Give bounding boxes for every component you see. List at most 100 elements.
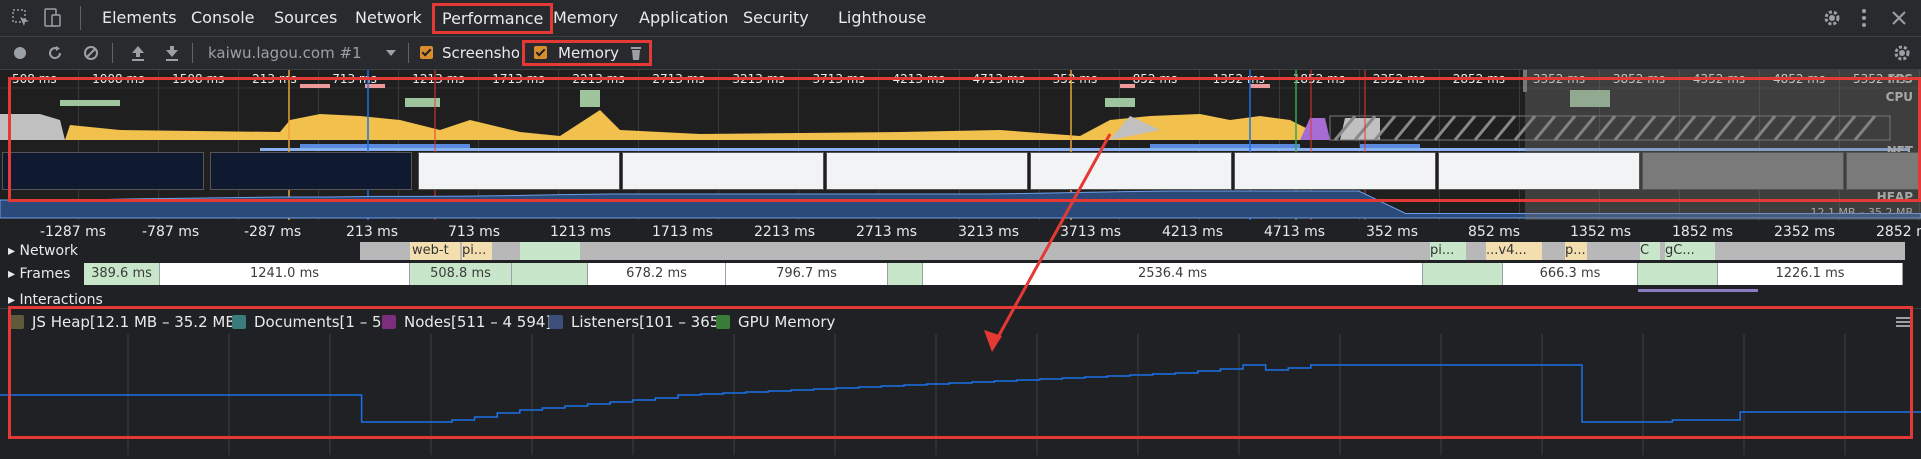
profile-select[interactable]: kaiwu.lagou.com #1 (208, 37, 362, 69)
tab-memory[interactable]: Memory (553, 0, 618, 36)
screenshot-thumbnail[interactable] (2, 152, 204, 190)
record-icon[interactable] (13, 46, 27, 60)
tab-sources[interactable]: Sources (274, 0, 337, 36)
tab-console[interactable]: Console (191, 0, 255, 36)
tab-network[interactable]: Network (355, 0, 422, 36)
ruler-tick-label: -787 ms (142, 224, 200, 240)
trash-icon[interactable] (630, 45, 642, 61)
network-track-label[interactable]: ▸ Network (8, 240, 78, 262)
menu-icon[interactable] (1896, 317, 1910, 327)
js-heap-line (0, 364, 1921, 423)
network-request[interactable]: gC... (1665, 242, 1715, 260)
screenshot-thumbnail[interactable] (1642, 152, 1844, 190)
tab-security[interactable]: Security (743, 0, 809, 36)
expand-arrow-icon: ▸ (8, 292, 20, 308)
network-request[interactable]: C (1640, 242, 1660, 260)
chevron-down-icon[interactable] (386, 50, 396, 57)
ruler-tick-label: 2713 ms (856, 224, 918, 240)
frame-segment[interactable] (512, 263, 588, 285)
js-heap-line-chart (0, 334, 1921, 455)
network-request[interactable]: pi... (1430, 242, 1466, 260)
expand-arrow-icon: ▸ (8, 243, 20, 259)
toolbar-divider (408, 43, 409, 63)
frame-segment[interactable]: 1241.0 ms (160, 263, 410, 285)
tab-divider (80, 6, 81, 30)
documents-label: Documents[1 – 5] (254, 313, 388, 331)
frame-segment[interactable]: 666.3 ms (1503, 263, 1638, 285)
js-heap-label: JS Heap[12.1 MB – 35.2 MB] (32, 313, 242, 331)
overview-selection-dim (1525, 70, 1921, 220)
ruler-tick-label: 713 ms (448, 224, 501, 240)
memory-checkbox[interactable] (534, 46, 547, 59)
documents-checkbox[interactable] (232, 315, 246, 329)
annotation-arrow (984, 133, 1112, 352)
tab-performance[interactable]: Performance (432, 3, 554, 34)
js-heap-checkbox[interactable] (10, 315, 24, 329)
timeline-overview[interactable]: 508 ms 1008 ms 1508 ms 213 ms 713 ms 1213 ms 1… (0, 70, 1921, 220)
network-request[interactable] (520, 242, 580, 260)
performance-toolbar: kaiwu.lagou.com #1 Screenshots Memory (0, 37, 1921, 70)
js-heap-graph (0, 334, 1921, 455)
devtools-tab-bar: Elements Console Sources Network Perform… (0, 0, 1921, 37)
settings-gear-icon[interactable] (1822, 8, 1842, 28)
tab-application[interactable]: Application (639, 0, 728, 36)
ruler-tick-label: 2852 ms (1876, 224, 1921, 240)
nodes-label: Nodes[511 – 4 594] (404, 313, 552, 331)
screenshot-thumbnail[interactable] (1438, 152, 1640, 190)
ruler-tick-label: -1287 ms (40, 224, 107, 240)
listeners-label: Listeners[101 – 365] (571, 313, 726, 331)
interactions-track-label[interactable]: ▸ Interactions (8, 291, 103, 309)
ruler-tick-label: 2352 ms (1774, 224, 1836, 240)
screenshot-thumbnail[interactable] (418, 152, 620, 190)
nodes-checkbox[interactable] (382, 315, 396, 329)
network-request[interactable]: web-t (410, 242, 460, 260)
ruler-tick-label: 852 ms (1468, 224, 1521, 240)
screenshot-thumbnail[interactable] (622, 152, 824, 190)
network-request[interactable]: ...v4... (1486, 242, 1542, 260)
ruler-tick-label: 1352 ms (1570, 224, 1632, 240)
screenshot-thumbnail[interactable] (1846, 152, 1921, 190)
tab-lighthouse[interactable]: Lighthouse (838, 0, 926, 36)
device-toggle-icon[interactable] (44, 8, 62, 28)
frames-track-label[interactable]: ▸ Frames (8, 263, 70, 285)
screenshot-thumbnail[interactable] (210, 152, 412, 190)
frame-segment[interactable]: 1226.1 ms (1718, 263, 1903, 285)
frame-segment[interactable] (1423, 263, 1503, 285)
interactions-track[interactable]: ▸ Interactions (0, 289, 1921, 309)
network-track[interactable]: ▸ Network web-t pi... pi... ...v4... p..… (0, 240, 1921, 262)
clear-icon[interactable] (83, 45, 99, 61)
frames-track[interactable]: ▸ Frames 389.6 ms 1241.0 ms 508.8 ms 678… (0, 263, 1921, 285)
interaction-bar (1638, 289, 1758, 292)
ruler-tick-label: 352 ms (1366, 224, 1419, 240)
ruler-tick-label: 213 ms (346, 224, 399, 240)
reload-profile-icon[interactable] (47, 45, 63, 61)
gpu-memory-checkbox[interactable] (716, 315, 730, 329)
inspect-element-icon[interactable] (12, 9, 30, 27)
frame-segment[interactable]: 508.8 ms (410, 263, 512, 285)
capture-settings-gear-icon[interactable] (1892, 43, 1912, 63)
screenshots-checkbox[interactable] (420, 46, 433, 59)
frame-segment[interactable]: 796.7 ms (726, 263, 888, 285)
upload-profile-icon[interactable] (130, 44, 146, 62)
close-icon[interactable] (1891, 10, 1907, 26)
memory-counters-legend: JS Heap[12.1 MB – 35.2 MB] Documents[1 –… (0, 308, 1921, 335)
screenshots-label: Screenshots (442, 44, 519, 62)
ruler-tick-label: 4213 ms (1162, 224, 1224, 240)
selection-handle[interactable] (1523, 70, 1527, 92)
ruler-tick-label: -287 ms (244, 224, 302, 240)
network-request[interactable]: p... (1565, 242, 1587, 260)
frame-segment[interactable] (1638, 263, 1718, 285)
screenshot-thumbnail[interactable] (1234, 152, 1436, 190)
more-options-icon[interactable] (1860, 8, 1868, 28)
network-request[interactable]: pi... (462, 242, 492, 260)
toolbar-divider (112, 43, 113, 63)
frame-segment[interactable]: 389.6 ms (84, 263, 160, 285)
listeners-checkbox[interactable] (549, 315, 563, 329)
frame-segment[interactable] (888, 263, 923, 285)
gpu-memory-label: GPU Memory (738, 313, 836, 331)
tab-elements[interactable]: Elements (102, 0, 177, 36)
memory-label: Memory (558, 44, 620, 62)
frame-segment[interactable]: 678.2 ms (588, 263, 726, 285)
download-profile-icon[interactable] (164, 44, 180, 62)
ruler-tick-label: 1213 ms (550, 224, 612, 240)
